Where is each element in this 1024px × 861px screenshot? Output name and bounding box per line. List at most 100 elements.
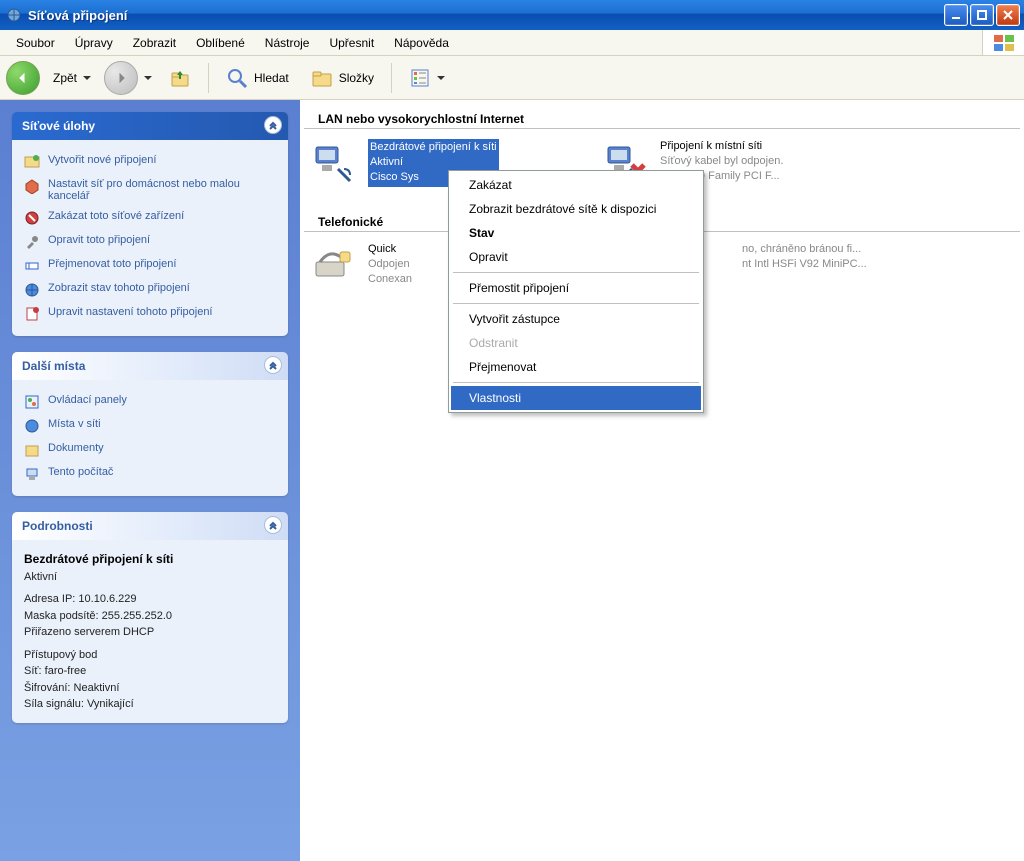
dial-icon	[310, 242, 358, 290]
search-button[interactable]: Hledat	[217, 61, 298, 95]
dial2-label: no, chráněno bránou fi... nt Intl HSFi V…	[742, 242, 867, 290]
details-ip-label: Adresa IP:	[24, 593, 75, 605]
connection-dial2[interactable]: no, chráněno bránou fi... nt Intl HSFi V…	[736, 238, 1016, 294]
repair-icon	[24, 234, 40, 250]
places-body: Ovládací panely Místa v síti Dokumenty T…	[12, 380, 288, 496]
task-setup-net[interactable]: Nastavit síť pro domácnost nebo malou ka…	[24, 174, 276, 206]
ctx-delete: Odstranit	[451, 331, 701, 355]
folders-button[interactable]: Složky	[302, 61, 383, 95]
task-settings[interactable]: Upravit nastavení tohoto připojení	[24, 302, 276, 326]
details-mask-label: Maska podsítě:	[24, 610, 99, 622]
task-status[interactable]: Zobrazit stav tohoto připojení	[24, 278, 276, 302]
forward-button[interactable]	[104, 61, 138, 95]
place-control-panel[interactable]: Ovládací panely	[24, 390, 276, 414]
views-dropdown-icon	[437, 76, 445, 80]
menu-fav[interactable]: Oblíbené	[186, 32, 255, 54]
details-sig: Vynikající	[87, 698, 134, 710]
details-dhcp: Přiřazeno serverem DHCP	[24, 626, 154, 638]
tasks-body: Vytvořit nové připojení Nastavit síť pro…	[12, 140, 288, 336]
forward-dropdown-icon	[144, 76, 152, 80]
ctx-shortcut[interactable]: Vytvořit zástupce	[451, 307, 701, 331]
network-icon	[24, 418, 40, 434]
documents-icon	[24, 442, 40, 458]
app-icon	[6, 7, 22, 23]
details-name: Bezdrátové připojení k síti	[24, 552, 173, 566]
menu-bar: Soubor Úpravy Zobrazit Oblíbené Nástroje…	[0, 30, 1024, 56]
wifi-icon	[310, 139, 358, 187]
ctx-sep	[453, 303, 699, 304]
computer-icon	[24, 466, 40, 482]
details-ap: Přístupový bod	[24, 649, 97, 661]
menu-advanced[interactable]: Upřesnit	[319, 32, 384, 54]
ctx-repair[interactable]: Opravit	[451, 245, 701, 269]
ctx-viewnets[interactable]: Zobrazit bezdrátové sítě k dispozici	[451, 197, 701, 221]
setup-net-icon	[24, 178, 40, 194]
up-button[interactable]	[160, 61, 200, 95]
control-panel-icon	[24, 394, 40, 410]
menu-edit[interactable]: Úpravy	[65, 32, 123, 54]
views-button[interactable]	[400, 61, 454, 95]
dial1-label: Quick Odpojen Conexan	[368, 242, 412, 290]
details-sig-label: Síla signálu:	[24, 698, 84, 710]
task-repair[interactable]: Opravit toto připojení	[24, 230, 276, 254]
details-ip: 10.10.6.229	[78, 593, 136, 605]
details-body: Bezdrátové připojení k síti Aktivní Adre…	[12, 540, 288, 723]
ctx-sep	[453, 272, 699, 273]
details-mask: 255.255.252.0	[102, 610, 172, 622]
search-text: Hledat	[254, 71, 289, 85]
folders-text: Složky	[339, 71, 374, 85]
ctx-disable[interactable]: Zakázat	[451, 173, 701, 197]
status-icon	[24, 282, 40, 298]
details-title: Podrobnosti	[22, 519, 93, 533]
back-button[interactable]	[6, 61, 40, 95]
task-rename[interactable]: Přejmenovat toto připojení	[24, 254, 276, 278]
tasks-group: Síťové úlohy Vytvořit nové připojení Nas…	[12, 112, 288, 336]
tasks-title: Síťové úlohy	[22, 119, 95, 133]
collapse-icon[interactable]	[264, 516, 282, 534]
place-documents[interactable]: Dokumenty	[24, 438, 276, 462]
ctx-rename[interactable]: Přejmenovat	[451, 355, 701, 379]
collapse-icon[interactable]	[264, 356, 282, 374]
task-disable[interactable]: Zakázat toto síťové zařízení	[24, 206, 276, 230]
place-network[interactable]: Místa v síti	[24, 414, 276, 438]
details-net: faro-free	[45, 665, 87, 677]
details-net-label: Síť:	[24, 665, 42, 677]
details-group: Podrobnosti Bezdrátové připojení k síti …	[12, 512, 288, 723]
ctx-status[interactable]: Stav	[451, 221, 701, 245]
window-title: Síťová připojení	[28, 8, 127, 23]
details-status: Aktivní	[24, 571, 57, 583]
settings-icon	[24, 306, 40, 322]
task-new-connection[interactable]: Vytvořit nové připojení	[24, 150, 276, 174]
places-title: Další místa	[22, 359, 85, 373]
title-bar: Síťová připojení	[0, 0, 1024, 30]
maximize-button[interactable]	[970, 4, 994, 26]
collapse-icon[interactable]	[264, 116, 282, 134]
places-group: Další místa Ovládací panely Místa v síti…	[12, 352, 288, 496]
place-mycomputer[interactable]: Tento počítač	[24, 462, 276, 486]
new-connection-icon	[24, 154, 40, 170]
menu-file[interactable]: Soubor	[6, 32, 65, 54]
rename-icon	[24, 258, 40, 274]
details-header[interactable]: Podrobnosti	[12, 512, 288, 540]
back-dropdown-icon	[83, 76, 91, 80]
context-menu: Zakázat Zobrazit bezdrátové sítě k dispo…	[448, 170, 704, 413]
windows-flag-icon	[982, 30, 1024, 55]
details-enc: Neaktivní	[74, 682, 120, 694]
menu-view[interactable]: Zobrazit	[123, 32, 186, 54]
ctx-sep	[453, 382, 699, 383]
menu-help[interactable]: Nápověda	[384, 32, 459, 54]
minimize-button[interactable]	[944, 4, 968, 26]
category-lan: LAN nebo vysokorychlostní Internet	[304, 108, 1020, 129]
sidebar: Síťové úlohy Vytvořit nové připojení Nas…	[0, 100, 300, 861]
tasks-header[interactable]: Síťové úlohy	[12, 112, 288, 140]
content: LAN nebo vysokorychlostní Internet Bezdr…	[300, 100, 1024, 861]
back-label[interactable]: Zpět	[44, 61, 100, 95]
menu-tools[interactable]: Nástroje	[255, 32, 320, 54]
ctx-bridge[interactable]: Přemostit připojení	[451, 276, 701, 300]
details-enc-label: Šifrování:	[24, 682, 70, 694]
places-header[interactable]: Další místa	[12, 352, 288, 380]
disable-icon	[24, 210, 40, 226]
toolbar: Zpět Hledat Složky	[0, 56, 1024, 100]
ctx-properties[interactable]: Vlastnosti	[451, 386, 701, 410]
close-button[interactable]	[996, 4, 1020, 26]
